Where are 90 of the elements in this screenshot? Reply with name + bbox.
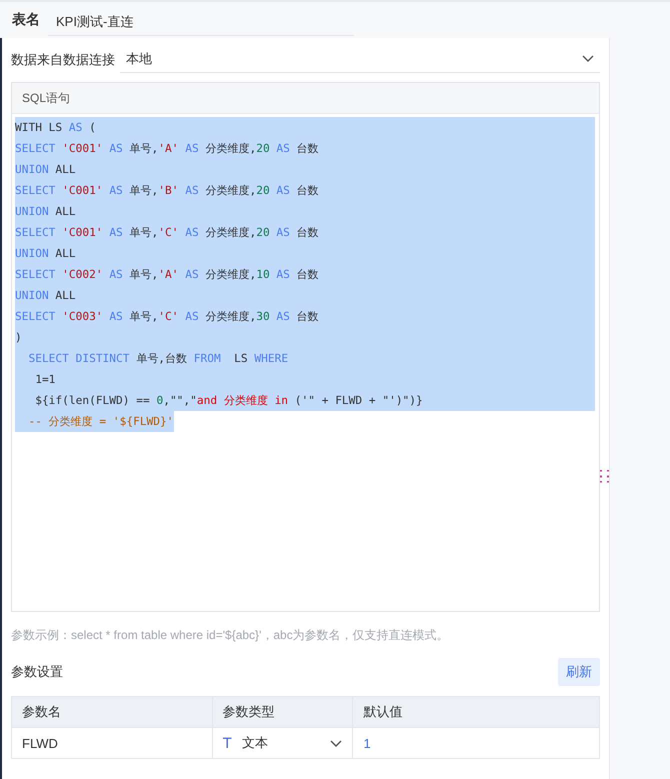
code-token: 20	[256, 184, 271, 197]
code-token: -- 分类维度 = '${FLWD}'	[27, 415, 174, 428]
code-token: )	[15, 331, 22, 344]
code-token: UNION	[15, 163, 50, 176]
code-token: 分类维度,	[205, 310, 256, 323]
code-token: 'C001'	[62, 184, 104, 197]
code-token: 'C'	[158, 226, 180, 239]
code-token: LS	[233, 352, 249, 365]
code-token: 'A'	[158, 268, 180, 281]
text-type-icon: T	[222, 734, 232, 752]
table-cell: FLWD	[12, 728, 212, 758]
code-token: 'C002'	[62, 268, 104, 281]
code-token: 分类维度,	[205, 184, 256, 197]
code-token: AS	[185, 142, 200, 155]
code-token: SELECT	[15, 142, 56, 155]
code-token: 'C001'	[62, 226, 104, 239]
code-token: AS	[109, 184, 124, 197]
sql-header: SQL语句	[12, 83, 599, 114]
code-token: 1=1	[34, 373, 56, 386]
code-token: SELECT	[15, 310, 56, 323]
code-token: AS	[68, 121, 84, 134]
code-token: ALL	[55, 205, 76, 218]
code-token: 'B'	[158, 184, 180, 197]
code-token: 0	[156, 394, 164, 407]
code-token: 单号,	[130, 268, 158, 281]
code-token: SELECT DISTINCT	[27, 352, 131, 365]
code-token: ,"","	[163, 394, 197, 407]
code-token: AS	[185, 268, 200, 281]
code-token: 台数	[296, 268, 319, 281]
code-token: FROM	[194, 352, 222, 365]
refresh-button[interactable]: 刷新	[558, 658, 600, 686]
code-token: WHERE	[254, 352, 288, 365]
column-header: 参数类型	[212, 696, 353, 728]
column-header: 默认值	[352, 696, 600, 728]
code-token: AS	[185, 310, 200, 323]
code-token: ${if(len(FLWD) ==	[34, 394, 151, 407]
connection-label: 数据来自数据连接	[11, 51, 116, 69]
chevron-icon	[582, 54, 594, 62]
code-token: UNION	[15, 205, 50, 218]
code-token: 单号,	[130, 142, 158, 155]
code-token: 20	[256, 142, 271, 155]
code-token: AS	[109, 142, 124, 155]
code-token: (	[89, 121, 96, 134]
code-token: ALL	[55, 247, 76, 260]
code-token: SELECT	[15, 268, 56, 281]
code-token: 'C001'	[62, 142, 104, 155]
code-token: 台数	[296, 310, 319, 323]
connection-select[interactable]: 本地	[120, 48, 600, 72]
code-token: AS	[109, 226, 124, 239]
code-token: UNION	[15, 247, 50, 260]
code-token: 10	[256, 268, 271, 281]
code-token: AS	[276, 142, 291, 155]
code-token: 台数	[296, 142, 319, 155]
type-select[interactable]: 文本	[242, 734, 342, 752]
code-token: 'A'	[158, 142, 180, 155]
code-token: ('" + FLWD + "')")}	[294, 394, 423, 407]
code-token: 单号,台数	[136, 352, 188, 365]
table-name-label: 表名	[12, 11, 41, 29]
code-token: 'C003'	[62, 310, 104, 323]
code-token: 分类维度,	[205, 142, 256, 155]
code-token: 分类维度,	[205, 226, 256, 239]
code-token: SELECT	[15, 226, 56, 239]
code-token: AS	[109, 268, 124, 281]
code-token: 20	[256, 226, 271, 239]
code-token: AS	[185, 226, 200, 239]
code-token: and 分类维度 in	[196, 394, 290, 407]
code-token: 台数	[296, 184, 319, 197]
code-token: ALL	[55, 289, 76, 302]
code-token: AS	[276, 226, 291, 239]
code-token: AS	[276, 310, 291, 323]
code-token: AS	[276, 184, 291, 197]
table-name-field[interactable]: KPI测试-直连	[48, 8, 354, 36]
code-token: 'C'	[158, 310, 180, 323]
code-token: WITH LS	[15, 121, 64, 134]
code-token: AS	[109, 310, 124, 323]
section-title: 参数设置	[11, 663, 63, 681]
code-token: SELECT	[15, 184, 56, 197]
default-value-cell[interactable]: 1	[352, 728, 600, 758]
code-token: 30	[256, 310, 271, 323]
code-token: AS	[185, 184, 200, 197]
code-token: 单号,	[130, 184, 158, 197]
code-token: 分类维度,	[205, 268, 256, 281]
code-token: UNION	[15, 289, 50, 302]
hint-text: 参数示例：select * from table where id='${abc}'，abc为参数名，仅支持直连模式。	[11, 627, 450, 644]
code-token: ALL	[55, 163, 76, 176]
column-header: 参数名	[12, 696, 212, 728]
code-token: AS	[276, 268, 291, 281]
code-token: 台数	[296, 226, 319, 239]
code-token: 单号,	[130, 226, 158, 239]
code-token: 单号,	[130, 310, 158, 323]
